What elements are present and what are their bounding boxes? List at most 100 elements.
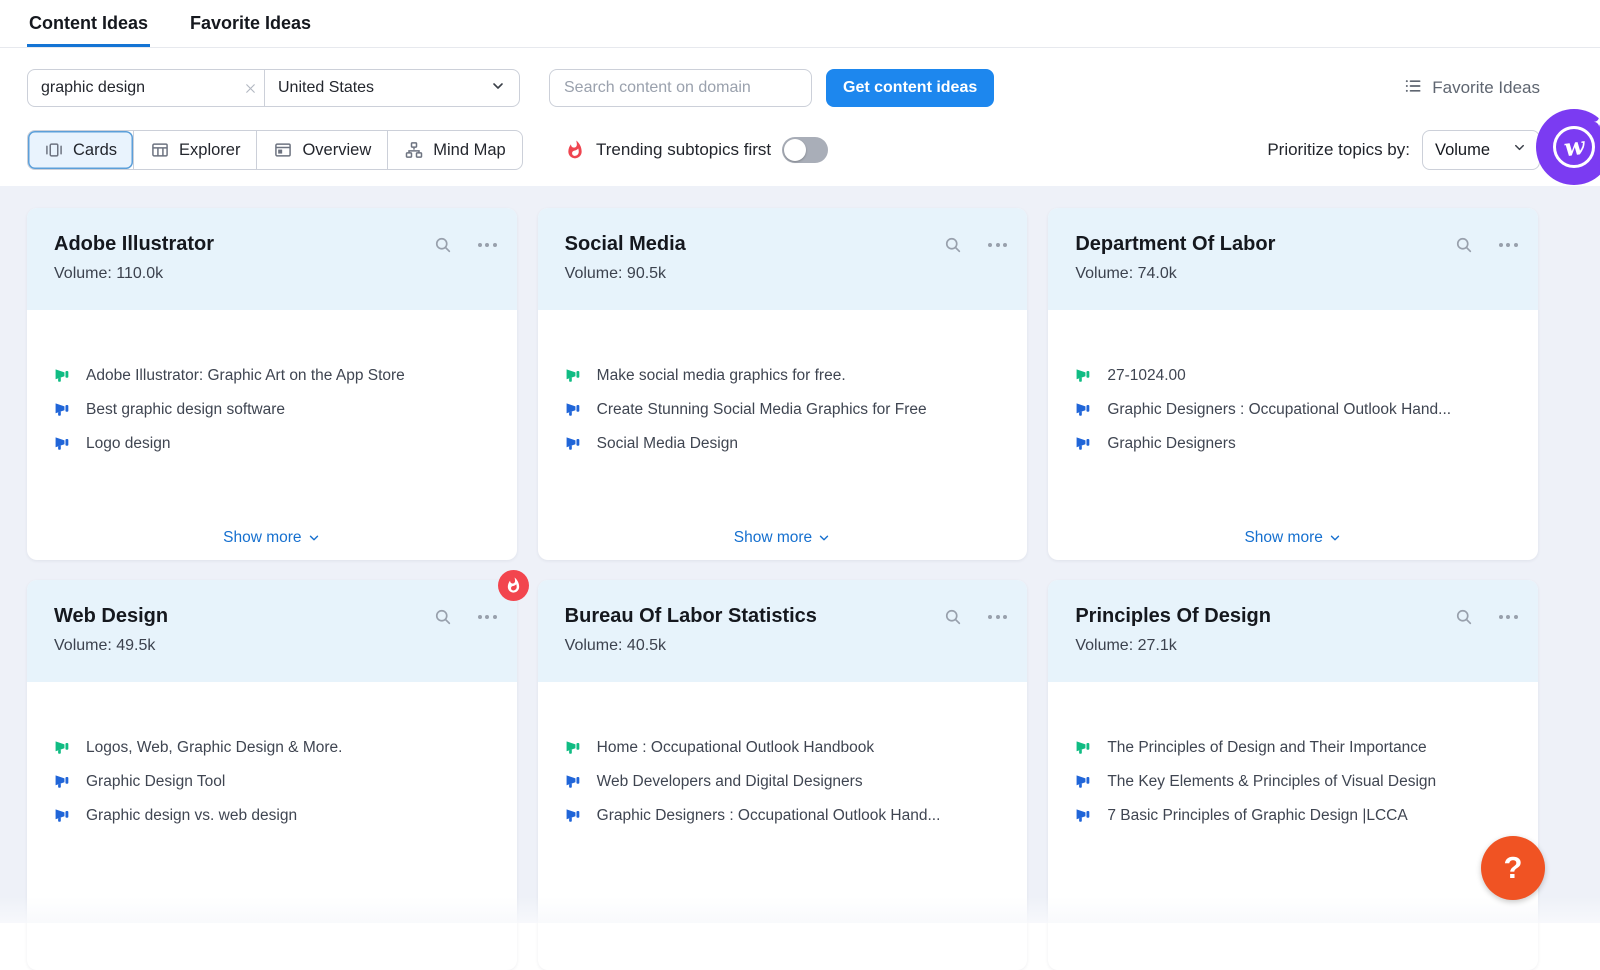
assistant-letter: w <box>1562 134 1586 161</box>
headline-item[interactable]: The Principles of Design and Their Impor… <box>1075 738 1516 757</box>
card-volume: Volume: 110.0k <box>54 265 495 283</box>
card-search-icon[interactable] <box>1454 235 1474 255</box>
keyword-input[interactable] <box>28 79 236 97</box>
card-more-menu-icon[interactable] <box>478 243 497 247</box>
megaphone-icon <box>565 366 584 385</box>
headline-item[interactable]: Logo design <box>54 434 495 453</box>
prioritize-select-value: Volume <box>1435 141 1490 160</box>
headline-text: Graphic design vs. web design <box>86 807 297 825</box>
prioritize-label: Prioritize topics by: <box>1267 140 1410 160</box>
show-more-link[interactable]: Show more <box>27 529 517 547</box>
country-select[interactable]: United States <box>265 70 519 106</box>
card-header: Principles Of Design Volume: 27.1k <box>1048 580 1538 682</box>
card-more-menu-icon[interactable] <box>1499 243 1518 247</box>
prioritize-select[interactable]: Volume <box>1422 130 1540 170</box>
headline-item[interactable]: Web Developers and Digital Designers <box>565 772 1006 791</box>
tab-favorite-ideas[interactable]: Favorite Ideas <box>188 1 313 47</box>
megaphone-icon <box>54 400 73 419</box>
card-body: Logos, Web, Graphic Design & More. Graph… <box>27 682 517 825</box>
card-search-icon[interactable] <box>1454 607 1474 627</box>
headline-text: The Key Elements & Principles of Visual … <box>1107 773 1436 791</box>
trending-toggle-label: Trending subtopics first <box>596 140 771 160</box>
clear-keyword-icon[interactable] <box>236 81 264 96</box>
headline-item[interactable]: Graphic design vs. web design <box>54 806 495 825</box>
megaphone-icon <box>1075 434 1094 453</box>
megaphone-icon <box>1075 738 1094 757</box>
card-search-icon[interactable] <box>943 235 963 255</box>
headline-item[interactable]: Graphic Designers : Occupational Outlook… <box>565 806 1006 825</box>
topic-card-adobe-illustrator: Adobe Illustrator Volume: 110.0k Adobe I… <box>27 208 517 560</box>
headline-item[interactable]: Graphic Designers : Occupational Outlook… <box>1075 400 1516 419</box>
headline-item[interactable]: Adobe Illustrator: Graphic Art on the Ap… <box>54 366 495 385</box>
view-mindmap-button[interactable]: Mind Map <box>387 131 521 169</box>
headline-item[interactable]: Logos, Web, Graphic Design & More. <box>54 738 495 757</box>
card-search-icon[interactable] <box>943 607 963 627</box>
domain-search-input[interactable] <box>549 69 812 107</box>
table-icon <box>150 140 170 160</box>
megaphone-icon <box>565 400 584 419</box>
favorite-ideas-link[interactable]: Favorite Ideas <box>1403 69 1540 107</box>
list-icon <box>1403 76 1423 101</box>
headline-item[interactable]: 7 Basic Principles of Graphic Design |LC… <box>1075 806 1516 825</box>
card-header: Department Of Labor Volume: 74.0k <box>1048 208 1538 310</box>
card-volume: Volume: 49.5k <box>54 637 495 655</box>
megaphone-icon <box>1075 806 1094 825</box>
megaphone-icon <box>1075 772 1094 791</box>
card-header: Bureau Of Labor Statistics Volume: 40.5k <box>538 580 1028 682</box>
card-header: Social Media Volume: 90.5k <box>538 208 1028 310</box>
card-title: Social Media <box>565 233 1006 256</box>
window-icon <box>273 140 293 160</box>
card-more-menu-icon[interactable] <box>478 615 497 619</box>
view-explorer-label: Explorer <box>179 141 240 160</box>
view-overview-button[interactable]: Overview <box>256 131 387 169</box>
card-body: Make social media graphics for free. Cre… <box>538 310 1028 453</box>
keyword-field-wrap <box>28 70 265 106</box>
assistant-logo-icon: w ✦ <box>1553 126 1595 168</box>
megaphone-icon <box>565 772 584 791</box>
card-more-menu-icon[interactable] <box>988 243 1007 247</box>
card-title: Principles Of Design <box>1075 605 1516 628</box>
trending-toggle[interactable] <box>782 137 828 163</box>
headline-item[interactable]: The Key Elements & Principles of Visual … <box>1075 772 1516 791</box>
view-explorer-button[interactable]: Explorer <box>133 131 256 169</box>
headline-text: Home : Occupational Outlook Handbook <box>597 739 874 757</box>
trending-control: Trending subtopics first <box>565 130 828 170</box>
favorite-ideas-link-label: Favorite Ideas <box>1432 78 1540 98</box>
headline-text: Web Developers and Digital Designers <box>597 773 863 791</box>
headline-item[interactable]: Best graphic design software <box>54 400 495 419</box>
get-content-ideas-button[interactable]: Get content ideas <box>826 69 994 107</box>
card-more-menu-icon[interactable] <box>1499 615 1518 619</box>
topic-card-web-design: Web Design Volume: 49.5k Logos, Web, Gra… <box>27 580 517 970</box>
headline-item[interactable]: Social Media Design <box>565 434 1006 453</box>
headline-text: Graphic Designers <box>1107 435 1235 453</box>
card-more-menu-icon[interactable] <box>988 615 1007 619</box>
headline-item[interactable]: Graphic Designers <box>1075 434 1516 453</box>
show-more-label: Show more <box>223 529 301 547</box>
headline-text: Logo design <box>86 435 170 453</box>
card-title: Adobe Illustrator <box>54 233 495 256</box>
card-search-icon[interactable] <box>433 607 453 627</box>
tab-content-ideas[interactable]: Content Ideas <box>27 1 150 47</box>
help-button[interactable]: ? <box>1481 836 1545 900</box>
headline-item[interactable]: Make social media graphics for free. <box>565 366 1006 385</box>
view-cards-button[interactable]: Cards <box>28 131 133 169</box>
headline-text: Create Stunning Social Media Graphics fo… <box>597 401 927 419</box>
show-more-link[interactable]: Show more <box>538 529 1028 547</box>
show-more-link[interactable]: Show more <box>1048 529 1538 547</box>
headline-text: Make social media graphics for free. <box>597 367 846 385</box>
trending-badge-icon <box>498 570 529 601</box>
topic-card-bureau-of-labor-statistics: Bureau Of Labor Statistics Volume: 40.5k… <box>538 580 1028 970</box>
card-search-icon[interactable] <box>433 235 453 255</box>
headline-item[interactable]: 27-1024.00 <box>1075 366 1516 385</box>
headline-item[interactable]: Graphic Design Tool <box>54 772 495 791</box>
headline-item[interactable]: Create Stunning Social Media Graphics fo… <box>565 400 1006 419</box>
card-body: Adobe Illustrator: Graphic Art on the Ap… <box>27 310 517 453</box>
megaphone-icon <box>54 738 73 757</box>
toolbar: United States Get content ideas Favorite… <box>0 48 1600 186</box>
content-area: Adobe Illustrator Volume: 110.0k Adobe I… <box>0 186 1600 923</box>
topic-cards-grid: Adobe Illustrator Volume: 110.0k Adobe I… <box>27 208 1538 970</box>
headline-text: Adobe Illustrator: Graphic Art on the Ap… <box>86 367 405 385</box>
card-body: 27-1024.00 Graphic Designers : Occupatio… <box>1048 310 1538 453</box>
topic-card-principles-of-design: Principles Of Design Volume: 27.1k The P… <box>1048 580 1538 970</box>
headline-item[interactable]: Home : Occupational Outlook Handbook <box>565 738 1006 757</box>
